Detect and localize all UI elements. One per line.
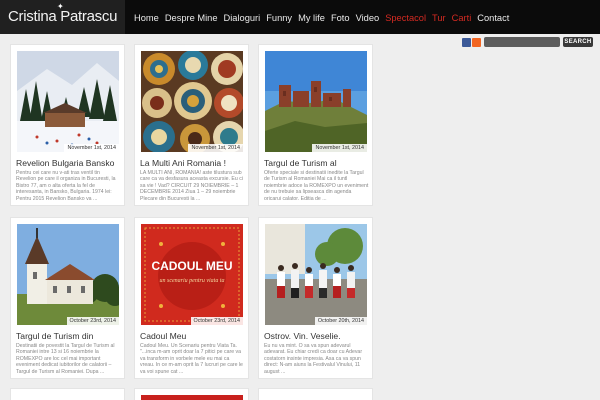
rss-icon[interactable] — [472, 38, 481, 47]
post-title[interactable]: Targul de Turism al — [264, 158, 370, 168]
post-card-partial[interactable] — [258, 388, 373, 400]
post-thumbnail[interactable]: CADOUL MEU un scenariu pentru viata ta O… — [141, 224, 243, 325]
nav-item-home[interactable]: Home — [134, 13, 159, 23]
post-excerpt: Cadoul Meu. Un Scenariu pentru Viata Ta.… — [140, 343, 243, 375]
search-button[interactable]: SEARCH — [563, 37, 593, 47]
site-header: Cristina Patrascu ✦ Home Despre Mine Dialo… — [0, 0, 600, 34]
nav-item-foto[interactable]: Foto — [331, 13, 350, 23]
post-card-partial[interactable] — [134, 388, 249, 400]
post-title[interactable]: Cadoul Meu — [140, 331, 246, 341]
post-title[interactable]: La Multi Ani Romania ! — [140, 158, 246, 168]
post-excerpt: Eu nu va mint. O sa va spun adevarul ade… — [264, 343, 363, 375]
post-card[interactable]: October 20th, 2014 Ostrov. Vin. Veselie.… — [258, 217, 373, 379]
nav-item-funny[interactable]: Funny — [266, 13, 292, 23]
nav-item-contact[interactable]: Contact — [477, 13, 509, 23]
post-title[interactable]: Ostrov. Vin. Veselie. — [264, 331, 370, 341]
post-card[interactable]: November 1st, 2014 Targul de Turism al O… — [258, 44, 373, 206]
nav-item-despre-mine[interactable]: Despre Mine — [165, 13, 218, 23]
nav-item-carti[interactable]: Carti — [452, 13, 472, 23]
post-thumbnail-partial — [141, 395, 243, 400]
post-card[interactable]: November 1st, 2014 Revelion Bulgaria Ban… — [10, 44, 125, 206]
post-thumbnail[interactable]: November 1st, 2014 — [17, 51, 119, 152]
nav-item-spectacol[interactable]: Spectacol — [385, 13, 426, 23]
post-card[interactable]: October 23rd, 2014 Targul de Turism din … — [10, 217, 125, 379]
nav-item-my-life[interactable]: My life — [298, 13, 325, 23]
post-date: November 1st, 2014 — [64, 144, 119, 152]
brand-area: Cristina Patrascu ✦ — [0, 0, 125, 34]
overlay-title: CADOUL MEU — [151, 259, 232, 273]
post-card[interactable]: November 1st, 2014 La Multi Ani Romania … — [134, 44, 249, 206]
post-card[interactable]: CADOUL MEU un scenariu pentru viata ta O… — [134, 217, 249, 379]
nav-item-video[interactable]: Video — [356, 13, 380, 23]
post-card-partial[interactable] — [10, 388, 125, 400]
site-logo[interactable]: Cristina Patrascu ✦ — [8, 2, 117, 25]
post-thumbnail[interactable]: October 23rd, 2014 — [17, 224, 119, 325]
post-excerpt: Destinatii de povestit la Targul de Turi… — [16, 343, 115, 375]
post-date: November 1st, 2014 — [312, 144, 367, 152]
post-title[interactable]: Targul de Turism din — [16, 331, 122, 341]
post-date: October 20th, 2014 — [314, 317, 367, 325]
post-date: November 1st, 2014 — [188, 144, 243, 152]
post-excerpt: Oferte speciale si destinatii inedite la… — [264, 170, 369, 202]
social-icons — [462, 38, 481, 47]
post-thumbnail[interactable]: October 20th, 2014 — [265, 224, 367, 325]
star-icon: ✦ — [57, 2, 64, 11]
main-nav: Home Despre Mine Dialoguri Funny My life Foto… — [134, 13, 509, 23]
post-excerpt: Pentru cei care nu v-ati tras ventil tin… — [16, 170, 116, 202]
post-thumbnail[interactable]: November 1st, 2014 — [265, 51, 367, 152]
facebook-icon[interactable] — [462, 38, 471, 47]
post-date: October 23rd, 2014 — [66, 317, 119, 325]
post-thumbnail[interactable]: November 1st, 2014 — [141, 51, 243, 152]
post-excerpt: LA MULTI ANI, ROMANIA! aste tilustura su… — [140, 170, 243, 202]
nav-item-dialoguri[interactable]: Dialoguri — [224, 13, 261, 23]
post-title[interactable]: Revelion Bulgaria Bansko — [16, 158, 122, 168]
post-date: October 23rd, 2014 — [190, 317, 243, 325]
overlay-subtitle: un scenariu pentru viata ta — [160, 278, 225, 284]
nav-item-tur[interactable]: Tur — [432, 13, 446, 23]
search-input[interactable] — [484, 37, 560, 47]
